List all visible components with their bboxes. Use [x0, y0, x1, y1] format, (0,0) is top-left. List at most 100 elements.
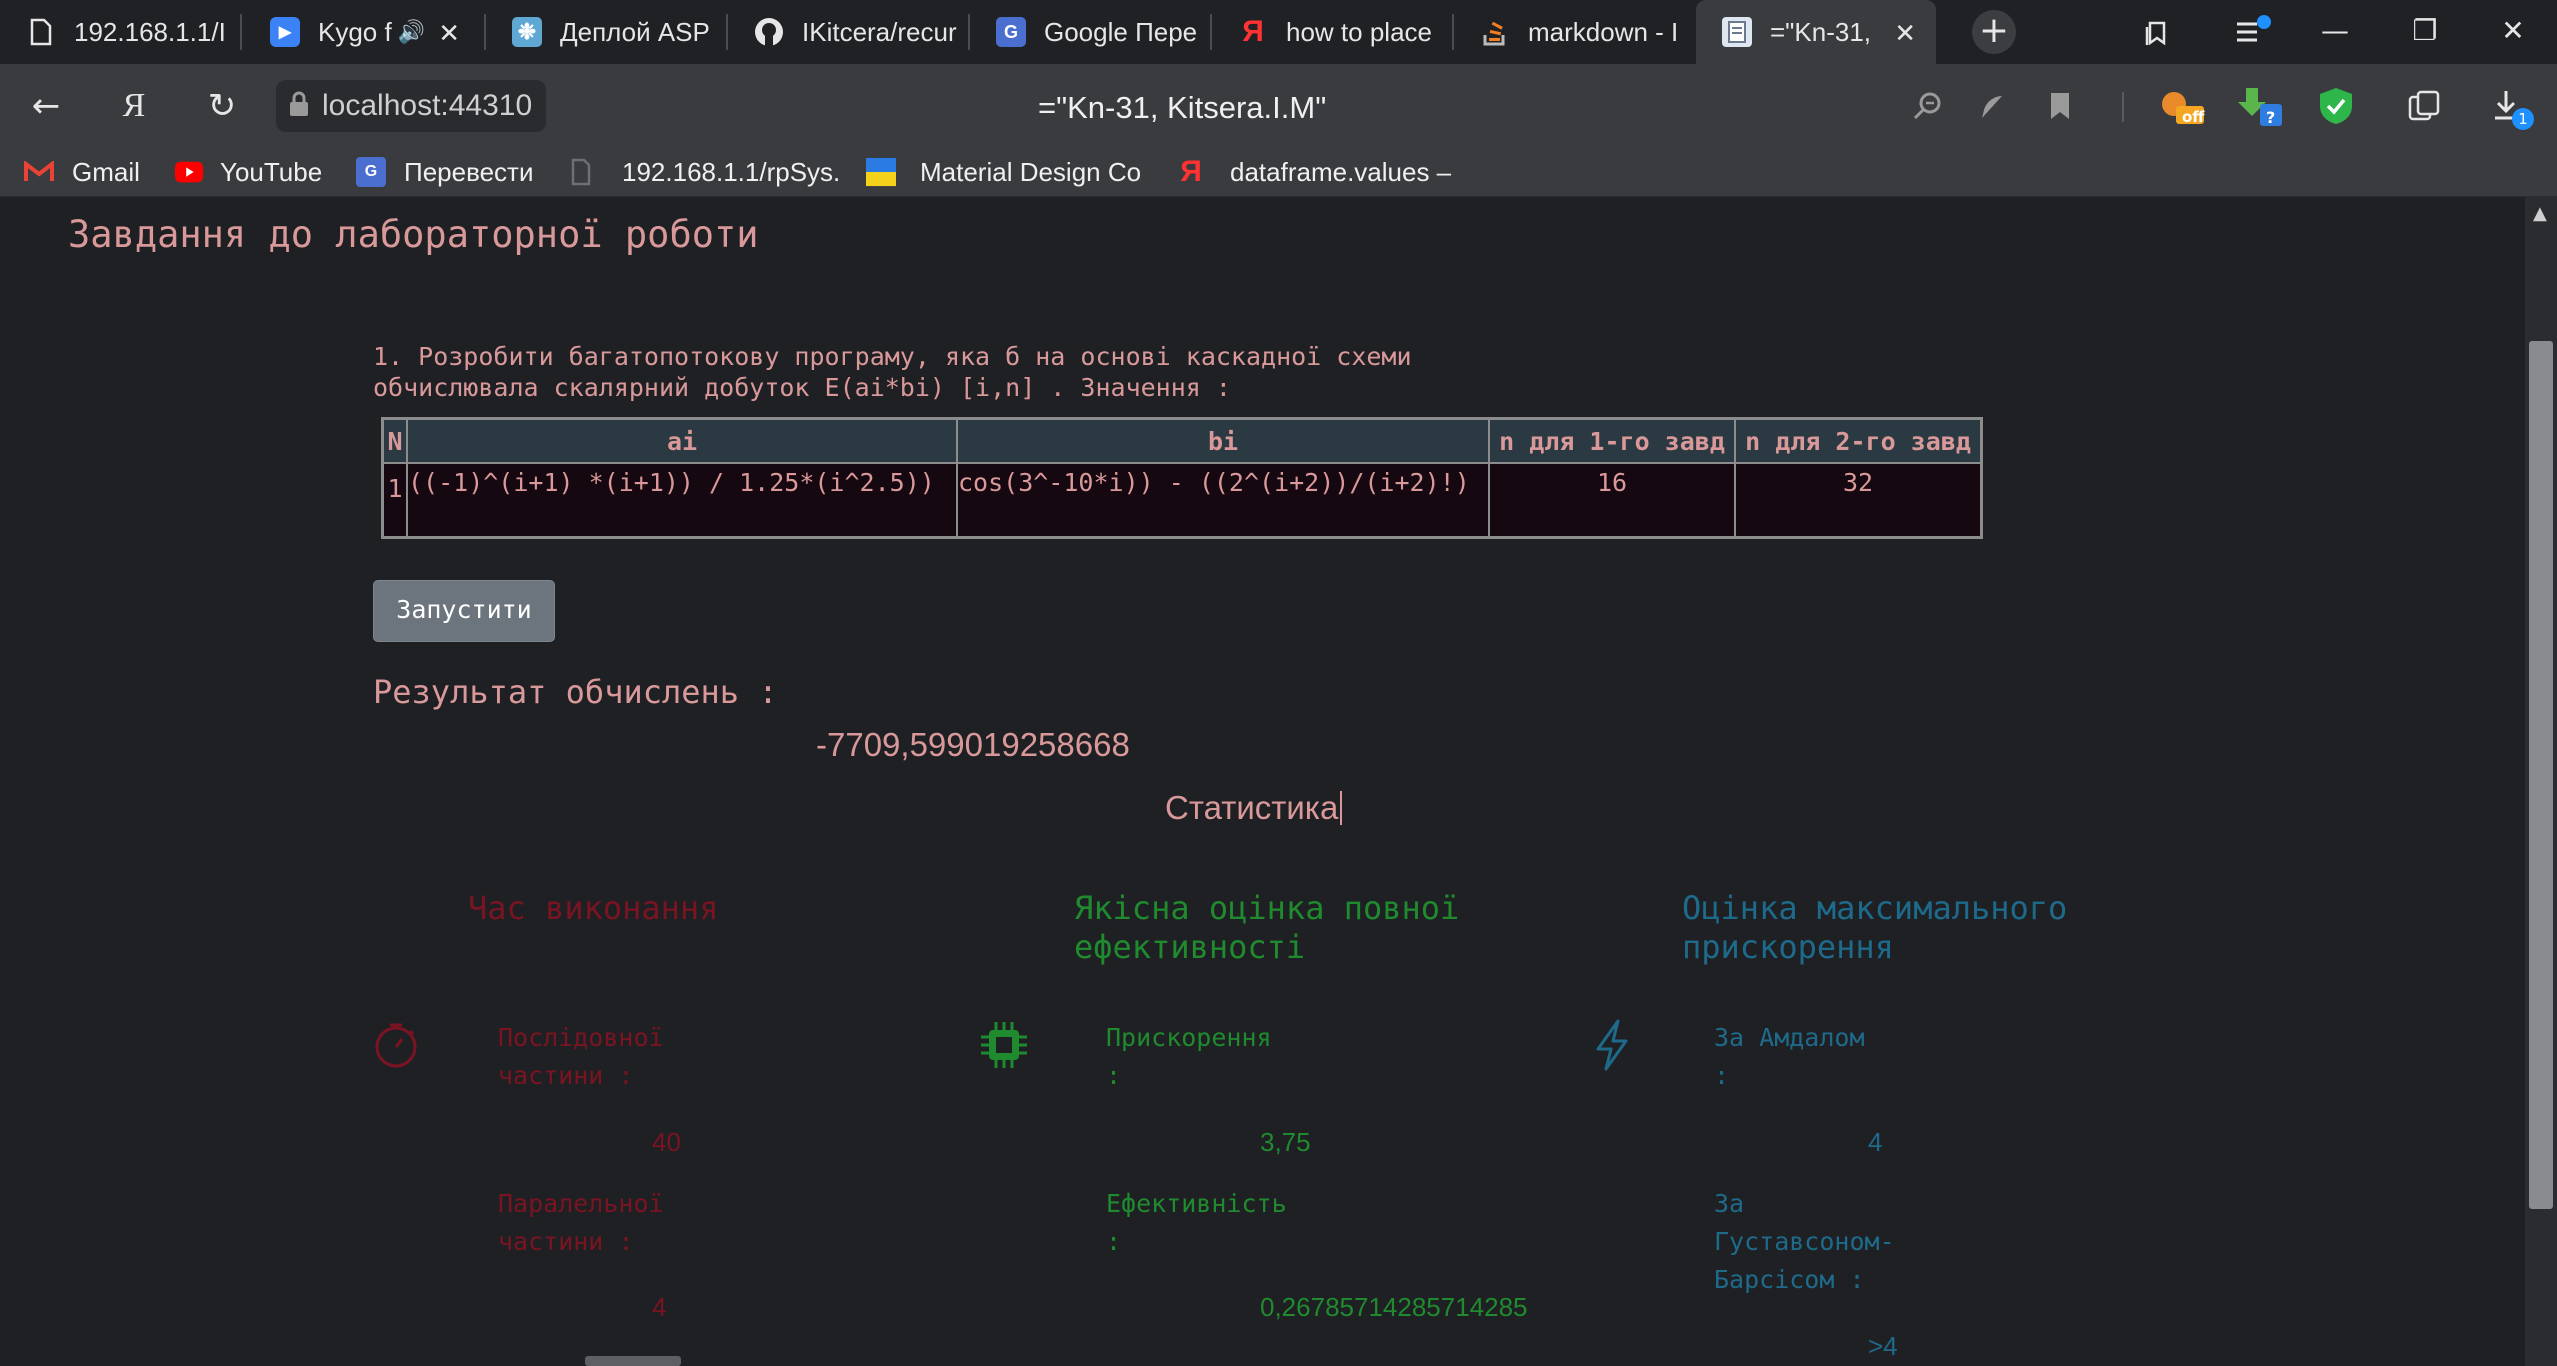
tab-google-translate[interactable]: G Google Пере [970, 0, 1206, 64]
address-bar: ← Я ↻ localhost:44310 ="Kn-31, Kitsera.I… [0, 64, 2557, 148]
scroll-up-icon[interactable]: ▲ [2533, 203, 2547, 224]
cpu-chip-icon [976, 1017, 1032, 1073]
tab-kygo[interactable]: ▶ Kygo f 🔊 ✕ [244, 0, 480, 64]
result-label: Результат обчислень : [373, 673, 778, 711]
statistics-title: Статистика [1165, 789, 1343, 827]
download-helper-badge: ? [2266, 108, 2276, 127]
sequential-part-value: 40 [652, 1127, 681, 1157]
parallel-part-label: Паралельної частини : [498, 1189, 664, 1256]
bookmark-gmail[interactable]: Gmail [24, 156, 140, 188]
table-row: 1 ((-1)^(i+1) *(i+1)) / 1.25*(i^2.5)) co… [381, 462, 1983, 539]
lightning-icon [1584, 1017, 1640, 1073]
page-icon [566, 157, 596, 187]
tab-close-icon[interactable]: ✕ [1894, 18, 1916, 49]
minimize-icon[interactable]: — [2290, 0, 2380, 64]
extension-off-icon[interactable]: off [2158, 86, 2206, 126]
task-description: 1. Розробити багатопотокову програму, як… [373, 341, 1412, 403]
video-play-icon: ▶ [270, 17, 300, 47]
horizontal-scroll-thumb[interactable] [585, 1356, 681, 1366]
max-speedup-section-title: Оцінка максимального прискорення [1682, 889, 2067, 967]
tab-current[interactable]: ="Kn-31, K ✕ [1696, 0, 1936, 64]
bookmark-youtube[interactable]: YouTube [174, 156, 322, 188]
efficiency-section-title: Якісна оцінка повної ефективності [1074, 889, 1459, 967]
tab-markdown[interactable]: markdown - I [1454, 0, 1690, 64]
text-cursor [1340, 791, 1343, 825]
collections-icon[interactable] [2404, 86, 2444, 126]
tab-yandex-search[interactable]: Я how to place [1212, 0, 1448, 64]
page-title: ="Kn-31, Kitsera.I.M" [1038, 90, 1327, 125]
google-translate-icon: G [356, 157, 386, 187]
feather-icon[interactable] [1972, 86, 2012, 126]
tab-title: markdown - I [1528, 16, 1679, 47]
table-header-row: N ai bi n для 1-го завд n для 2-го завд [381, 417, 1983, 464]
efficiency-title-line-2: ефективності [1074, 928, 1306, 966]
table-cell: 16 [1488, 462, 1736, 539]
gustafson-barsis-label: За Густавсоном- Барсісом : [1714, 1189, 1895, 1294]
statistics-title-text: Статистика [1165, 789, 1339, 826]
tab-title: Деплой ASP [560, 16, 710, 47]
bookmark-material-design[interactable]: Material Design Co [866, 156, 1140, 188]
lock-icon[interactable] [288, 90, 310, 122]
tab-title: Kygo f [318, 16, 392, 47]
vertical-scrollbar[interactable]: ▲ [2525, 197, 2557, 1366]
tab-close-icon[interactable]: ✕ [438, 18, 460, 49]
back-icon[interactable]: ← [24, 84, 68, 128]
yandex-icon: Я [1242, 15, 1264, 48]
close-window-icon[interactable]: ✕ [2468, 0, 2557, 64]
time-section-title: Час виконання [468, 889, 719, 927]
max-speedup-title-line-2: прискорення [1682, 928, 1894, 966]
zoom-icon[interactable] [1908, 86, 1948, 126]
tab-title: ="Kn-31, K [1770, 16, 1880, 47]
url-text[interactable]: localhost:44310 [322, 89, 532, 123]
restore-icon[interactable]: ❐ [2380, 0, 2470, 64]
tab-manager-icon[interactable] [2112, 0, 2202, 64]
table-header: N [381, 417, 408, 464]
tab-title: 192.168.1.1/I [74, 16, 226, 47]
bookmark-label: dataframe.values – [1230, 156, 1452, 187]
vertical-scroll-thumb[interactable] [2529, 341, 2553, 1209]
toolbar-separator [2122, 92, 2124, 122]
url-field[interactable]: localhost:44310 [276, 80, 547, 132]
audio-playing-icon[interactable]: 🔊 [398, 19, 425, 45]
bookmark-dataframe[interactable]: Я dataframe.values – [1176, 155, 1452, 188]
table-cell: 1 [381, 462, 408, 539]
stopwatch-icon [368, 1017, 424, 1073]
tab-title: Google Пере [1044, 16, 1198, 47]
speedup-label: Прискорення : [1106, 1023, 1272, 1090]
task-line-2: обчислювала скалярний добуток E(ai*bi) [… [373, 373, 1231, 402]
bookmark-label: Material Design Co [920, 156, 1140, 187]
bookmarks-bar: Gmail YouTube G Перевести 192.168.1.1/rp… [0, 148, 2557, 197]
tab-deploy-asp[interactable]: ❉ Деплой ASP [486, 0, 722, 64]
yandex-home-icon[interactable]: Я [112, 84, 156, 128]
bookmark-translate[interactable]: G Перевести [356, 156, 533, 188]
reload-icon[interactable]: ↻ [200, 84, 244, 128]
github-icon [754, 17, 784, 47]
bookmark-router[interactable]: 192.168.1.1/rpSys.h [566, 156, 842, 188]
page-icon [1722, 17, 1752, 47]
tab-separator [240, 14, 242, 50]
yandex-icon: Я [1180, 155, 1202, 188]
table-cell: cos(3^-10*i)) - ((2^(i+2))/(i+2)!) [956, 462, 1490, 539]
efficiency-value: 0,26785714285714285 [1260, 1292, 1528, 1322]
adguard-shield-icon[interactable] [2316, 86, 2356, 126]
bookmark-label: 192.168.1.1/rpSys.h [622, 156, 842, 187]
youtube-icon [174, 157, 204, 187]
downloads-icon[interactable]: 1 [2490, 86, 2534, 130]
extension-off-badge: off [2182, 108, 2205, 126]
new-tab-button[interactable]: + [1972, 10, 2016, 54]
table-header: bi [956, 417, 1490, 464]
tab-router[interactable]: 192.168.1.1/I [0, 0, 236, 64]
table-header: ai [406, 417, 958, 464]
gmail-icon [24, 157, 54, 187]
bookmark-icon[interactable] [2040, 86, 2080, 126]
download-helper-icon[interactable]: ? [2236, 86, 2284, 127]
tab-bar: 192.168.1.1/I ▶ Kygo f 🔊 ✕ ❉ Деплой ASP … [0, 0, 2557, 64]
task-line-1: 1. Розробити багатопотокову програму, як… [373, 342, 1412, 371]
parameters-table: N ai bi n для 1-го завд n для 2-го завд … [381, 417, 1983, 539]
table-header: n для 1-го завд [1488, 417, 1736, 464]
result-value: -7709,599019258668 [816, 726, 1130, 763]
tab-github[interactable]: IKitcera/recur [728, 0, 964, 64]
run-button[interactable]: Запустити [373, 580, 555, 642]
gustafson-barsis-value: >4 [1868, 1331, 1898, 1361]
menu-icon[interactable] [2208, 0, 2298, 64]
